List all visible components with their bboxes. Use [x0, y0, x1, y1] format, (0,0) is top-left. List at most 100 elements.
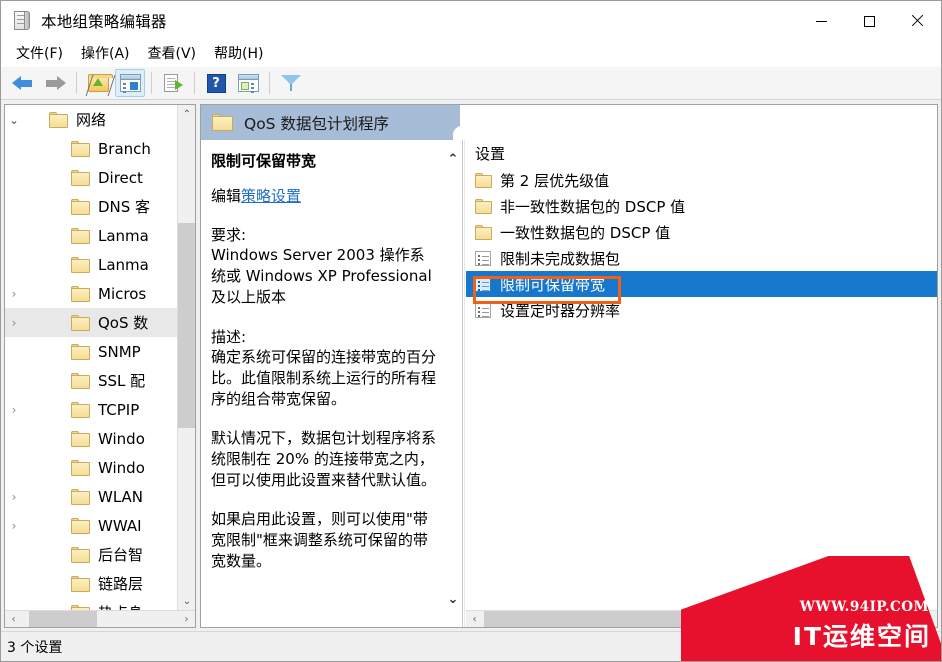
banner-background: [460, 105, 937, 140]
settings-list-row[interactable]: 非一致性数据包的 DSCP 值: [466, 193, 937, 219]
chevron-right-icon[interactable]: ›: [5, 519, 23, 533]
folder-icon: [71, 314, 91, 331]
tree-item-label: Windo: [98, 429, 145, 448]
tree-scroll-thumb[interactable]: [178, 223, 195, 428]
minimize-icon: [815, 20, 827, 22]
tree-item-label: 网络: [76, 111, 107, 129]
tree-scroll-up-icon[interactable]: ⌃: [178, 105, 195, 123]
export-list-button[interactable]: [158, 69, 188, 97]
back-arrow-icon: [12, 75, 34, 91]
export-document-icon: [163, 73, 183, 93]
description-paragraph-2: 默认情况下，数据包计划程序将系统限制在 20% 的连接带宽之内，但可以使用此设置…: [211, 429, 437, 489]
edit-policy-link[interactable]: 策略设置: [241, 187, 301, 205]
description-scroll-down-icon[interactable]: ⌄: [444, 589, 462, 609]
settings-list-row[interactable]: 一致性数据包的 DSCP 值: [466, 219, 937, 245]
folder-icon: [71, 459, 91, 476]
tree-item[interactable]: Direct: [5, 163, 177, 192]
tree-item[interactable]: Windo: [5, 453, 177, 482]
requirement-heading: 要求:: [211, 226, 247, 244]
settings-list-header: 设置: [475, 145, 506, 163]
tree-hscroll-left-icon[interactable]: ‹: [5, 611, 22, 627]
chevron-right-icon[interactable]: ›: [5, 316, 23, 330]
settings-list-row[interactable]: 设置定时器分辨率: [466, 297, 937, 323]
menu-file[interactable]: 文件(F): [7, 43, 72, 65]
maximize-button[interactable]: [845, 1, 893, 41]
tree-item[interactable]: › WWAI: [5, 511, 177, 540]
folder-icon: [71, 198, 91, 215]
settings-list-row[interactable]: 第 2 层优先级值: [466, 167, 937, 193]
tree-item-label: SSL 配: [98, 372, 146, 390]
tree-item[interactable]: Windo: [5, 424, 177, 453]
chevron-right-icon[interactable]: ›: [5, 490, 23, 504]
back-button[interactable]: [8, 69, 38, 97]
menu-view[interactable]: 查看(V): [139, 43, 206, 65]
tree-item[interactable]: Lanma: [5, 221, 177, 250]
tree-hscroll-thumb[interactable]: [29, 611, 97, 627]
tree-item[interactable]: ⌄ 网络: [5, 105, 177, 134]
requirement-body: Windows Server 2003 操作系统或 Windows XP Pro…: [211, 246, 432, 306]
tree-item[interactable]: Branch: [5, 134, 177, 163]
tree-item[interactable]: › WLAN: [5, 482, 177, 511]
tree-item[interactable]: › Micros: [5, 279, 177, 308]
console-tree[interactable]: ⌄ 网络 Branch Direct DNS 客 Lanma Lanma › Micros › Qo…: [5, 105, 177, 612]
settings-list-row[interactable]: 限制未完成数据包: [466, 245, 937, 271]
help-button[interactable]: ?: [201, 69, 231, 97]
maximize-icon: [863, 15, 875, 27]
settings-list-row-label: 第 2 层优先级值: [500, 171, 610, 190]
description-paragraph-3: 如果启用此设置，则可以使用"带宽限制"框来调整系统可保留的带宽数量。: [211, 510, 428, 570]
description-vertical-scrollbar[interactable]: ⌃ ⌄: [444, 149, 462, 609]
show-hide-tree-button[interactable]: [115, 69, 145, 97]
folder-icon: [71, 169, 91, 186]
tree-vertical-scrollbar[interactable]: ⌃ ⌄: [177, 105, 195, 610]
tree-item[interactable]: › QoS 数: [5, 308, 177, 337]
settings-horizontal-scrollbar[interactable]: ‹: [466, 610, 937, 627]
close-button[interactable]: [893, 1, 941, 41]
tree-item[interactable]: 后台智: [5, 540, 177, 569]
pane-divider: [462, 140, 463, 627]
description-scroll-up-icon[interactable]: ⌃: [444, 149, 462, 169]
tree-item[interactable]: SSL 配: [5, 366, 177, 395]
forward-button[interactable]: [40, 69, 70, 97]
tree-item[interactable]: Lanma: [5, 250, 177, 279]
tree-item[interactable]: SNMP: [5, 337, 177, 366]
edit-prefix: 编辑: [211, 187, 242, 205]
chevron-right-icon[interactable]: ›: [5, 287, 23, 301]
tree-horizontal-scrollbar[interactable]: ‹ ›: [5, 610, 195, 627]
tree-scroll-down-icon[interactable]: ⌄: [178, 592, 195, 610]
filter-funnel-icon: [281, 74, 301, 92]
tree-item[interactable]: › TCPIP: [5, 395, 177, 424]
main-content: ⌄ 网络 Branch Direct DNS 客 Lanma Lanma › Micros › Qo…: [1, 100, 941, 630]
tree-item-label: 链路层: [98, 575, 144, 593]
folder-icon: [71, 517, 91, 534]
window-controls: [797, 1, 941, 41]
folder-icon: [212, 114, 234, 131]
policy-title: 限制可保留带宽: [211, 152, 317, 170]
settings-list-row[interactable]: 限制可保留带宽: [466, 271, 937, 297]
forward-arrow-icon: [44, 75, 66, 91]
window-title: 本地组策略编辑器: [41, 13, 167, 31]
tree-item-label: DNS 客: [98, 198, 151, 216]
settings-hscroll-thumb[interactable]: [484, 611, 834, 627]
settings-list-panel: 设置 第 2 层优先级值非一致性数据包的 DSCP 值一致性数据包的 DSCP …: [466, 140, 937, 627]
policy-setting-icon: [475, 250, 491, 266]
filter-button[interactable]: [276, 69, 306, 97]
policy-setting-icon: [475, 276, 491, 292]
minimize-button[interactable]: [797, 1, 845, 41]
toolbar-separator-2: [151, 72, 152, 94]
tree-item[interactable]: 链路层: [5, 569, 177, 598]
menu-action[interactable]: 操作(A): [72, 43, 139, 65]
menu-help[interactable]: 帮助(H): [205, 43, 272, 65]
chevron-right-icon[interactable]: ›: [5, 403, 23, 417]
tree-item[interactable]: DNS 客: [5, 192, 177, 221]
folder-icon: [71, 140, 91, 157]
chevron-down-icon[interactable]: ⌄: [5, 113, 23, 127]
description-paragraph-1: 确定系统可保留的连接带宽的百分比。此值限制系统上运行的所有程序的组合带宽保留。: [211, 348, 437, 408]
folder-icon: [71, 546, 91, 563]
show-view-button[interactable]: [233, 69, 263, 97]
settings-hscroll-left-icon[interactable]: ‹: [466, 611, 483, 627]
policy-setting-icon: [475, 302, 491, 318]
settings-list[interactable]: 第 2 层优先级值非一致性数据包的 DSCP 值一致性数据包的 DSCP 值限制…: [466, 167, 937, 323]
tree-hscroll-right-icon[interactable]: ›: [178, 611, 195, 627]
tree-item-label: SNMP: [98, 342, 141, 361]
up-one-level-button[interactable]: [83, 69, 113, 97]
